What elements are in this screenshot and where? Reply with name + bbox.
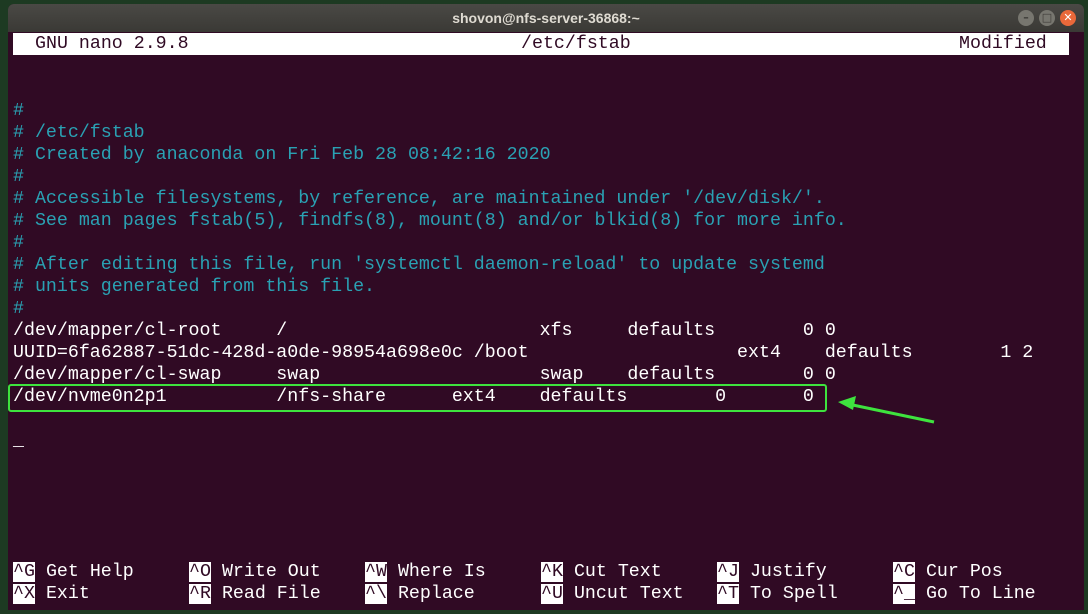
arrow-line: [847, 402, 935, 424]
terminal-window: shovon@nfs-server-36868:~ – □ ✕ GNU nano…: [8, 4, 1084, 610]
arrow-annotation: [838, 396, 935, 424]
arrow-head: [838, 396, 856, 410]
